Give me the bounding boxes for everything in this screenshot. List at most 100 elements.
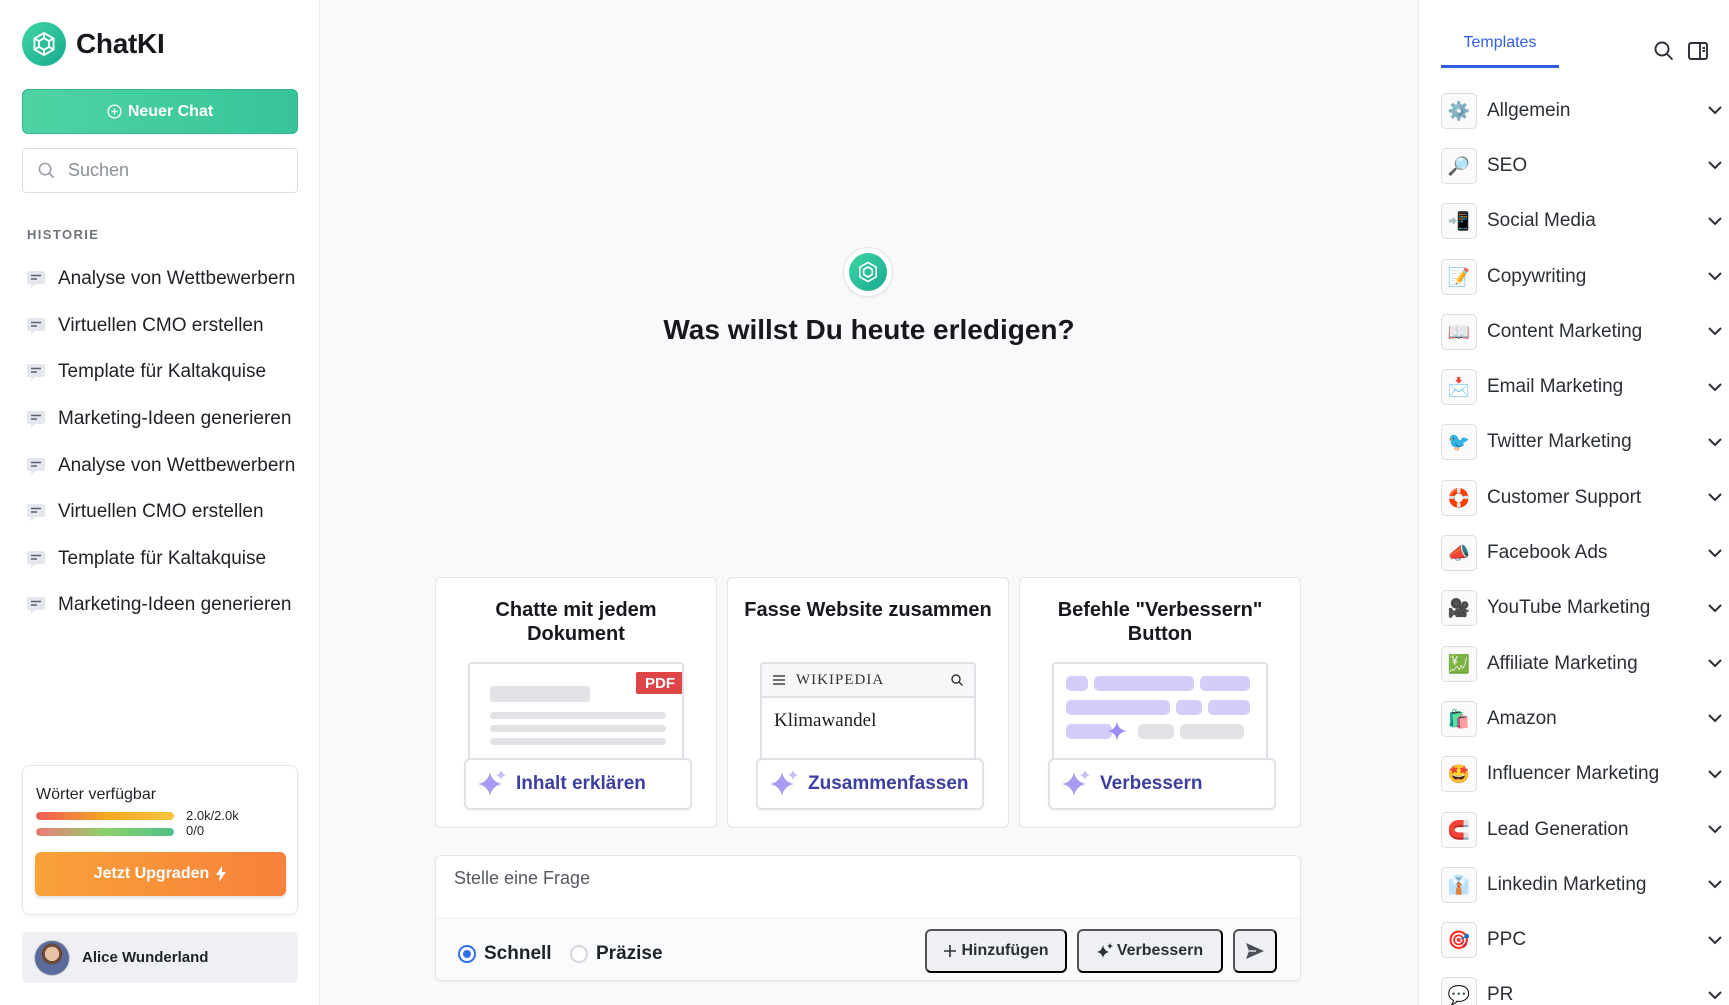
chevron-down-icon <box>1705 935 1725 945</box>
summarize-button[interactable]: Zusammenfassen <box>756 758 984 810</box>
megaphone-icon: 📣 <box>1441 535 1477 572</box>
send-button[interactable] <box>1233 929 1277 973</box>
chevron-down-icon <box>1705 769 1725 779</box>
improve-demo-button[interactable]: Verbessern <box>1048 758 1276 810</box>
template-item[interactable]: 💹 Affiliate Marketing <box>1441 636 1725 691</box>
template-item[interactable]: 📩 Email Marketing <box>1441 359 1725 414</box>
sparkle-icon <box>1096 943 1113 958</box>
avatar <box>34 939 70 976</box>
improve-button[interactable]: Verbessern <box>1077 929 1223 973</box>
template-label: Allgemein <box>1487 99 1571 121</box>
add-label: Hinzufügen <box>961 942 1049 959</box>
template-item[interactable]: 🛟 Customer Support <box>1441 470 1725 525</box>
card-title: Fasse Website zusammen <box>744 599 992 621</box>
user-profile[interactable]: Alice Wunderland <box>22 932 298 983</box>
chevron-down-icon <box>1705 272 1725 281</box>
search-input[interactable] <box>68 160 288 181</box>
action-label: Verbessern <box>1100 773 1203 794</box>
plus-circle-icon <box>107 104 122 119</box>
radio-indicator <box>570 945 588 963</box>
history-item-label: Template für Kaltakquise <box>58 547 267 569</box>
template-list: ⚙️ Allgemein 🔎 SEO 📲 Social Media 📝 Copywrit… <box>1441 83 1725 1005</box>
mode-fast-radio[interactable]: Schnell <box>458 943 552 965</box>
history-item-label: Template für Kaltakquise <box>58 361 267 383</box>
chevron-down-icon <box>1705 327 1725 336</box>
chevron-down-icon <box>1705 493 1725 502</box>
history-item-label: Marketing-Ideen generieren <box>58 408 292 430</box>
brand[interactable]: ChatKI <box>22 22 165 66</box>
history-item[interactable]: Marketing-Ideen generieren <box>26 396 306 443</box>
add-button[interactable]: Hinzufügen <box>925 929 1067 973</box>
feature-card-improve[interactable]: Befehle "Verbessern" Button Verbessern <box>1019 577 1301 828</box>
template-label: Amazon <box>1487 707 1557 729</box>
secondary-quota-fill <box>36 828 174 836</box>
template-label: Linkedin Marketing <box>1487 873 1647 895</box>
search-icon <box>951 674 963 686</box>
star-struck-icon: 🤩 <box>1441 756 1477 793</box>
text-pill <box>1066 676 1088 691</box>
chat-bubble-icon <box>27 457 45 475</box>
text-pill <box>1180 724 1244 739</box>
sidebar-toggle-icon[interactable] <box>1687 40 1709 62</box>
feature-card-document[interactable]: Chatte mit jedem Dokument PDF Inhalt erk… <box>435 577 717 828</box>
template-item[interactable]: 📖 Content Marketing <box>1441 304 1725 359</box>
template-item[interactable]: 💬 PR <box>1441 968 1725 1005</box>
gear-icon: ⚙️ <box>1441 92 1477 129</box>
explain-content-button[interactable]: Inhalt erklären <box>464 758 692 810</box>
chat-bubble-icon <box>27 597 45 615</box>
doc-line-placeholder <box>490 738 666 745</box>
search-box[interactable] <box>22 148 298 193</box>
template-item[interactable]: 📝 Copywriting <box>1441 249 1725 304</box>
template-item[interactable]: 👔 Linkedin Marketing <box>1441 857 1725 912</box>
mode-precise-radio[interactable]: Präzise <box>570 943 663 965</box>
template-item[interactable]: 🎯 PPC <box>1441 912 1725 967</box>
chat-bubble-icon <box>27 550 45 568</box>
sparkle-icon <box>770 770 798 796</box>
chevron-down-icon <box>1705 825 1725 834</box>
action-label: Zusammenfassen <box>808 773 969 794</box>
feature-card-website[interactable]: Fasse Website zusammen WIKIPEDIA Klimawa… <box>727 577 1009 828</box>
chat-bubble-icon <box>27 364 45 382</box>
history-item[interactable]: Template für Kaltakquise <box>26 349 306 396</box>
upgrade-button[interactable]: Jetzt Upgraden <box>35 852 286 896</box>
template-label: YouTube Marketing <box>1487 597 1651 619</box>
business-person-icon: 👔 <box>1441 866 1477 903</box>
history-item[interactable]: Template für Kaltakquise <box>26 536 306 583</box>
history-item-label: Virtuellen CMO erstellen <box>58 314 264 336</box>
document-illustration: PDF <box>468 662 684 772</box>
chatki-logo-icon <box>22 22 66 66</box>
new-chat-button[interactable]: Neuer Chat <box>22 89 298 134</box>
main-area: Was willst Du heute erledigen? Chatte mi… <box>320 0 1418 1005</box>
template-item[interactable]: 🤩 Influencer Marketing <box>1441 747 1725 802</box>
template-item[interactable]: 📣 Facebook Ads <box>1441 525 1725 580</box>
template-label: Customer Support <box>1487 486 1642 508</box>
plus-icon <box>944 945 957 957</box>
card-title: Befehle "Verbessern" Button <box>1057 599 1263 645</box>
history-item[interactable]: Marketing-Ideen generieren <box>26 582 306 629</box>
search-icon[interactable] <box>1653 40 1675 62</box>
tab-templates[interactable]: Templates <box>1441 30 1559 68</box>
new-chat-label: Neuer Chat <box>127 102 214 120</box>
history-item[interactable]: Analyse von Wettbewerbern <box>26 256 306 303</box>
menu-icon <box>773 675 785 685</box>
template-item[interactable]: 📲 Social Media <box>1441 194 1725 249</box>
search-icon <box>38 162 55 179</box>
template-item[interactable]: 🎥 YouTube Marketing <box>1441 581 1725 636</box>
template-item[interactable]: 🔎 SEO <box>1441 138 1725 193</box>
bird-icon: 🐦 <box>1441 424 1477 461</box>
card-title: Chatte mit jedem Dokument <box>495 599 657 645</box>
history-item[interactable]: Virtuellen CMO erstellen <box>26 489 306 536</box>
magnet-icon: 🧲 <box>1441 811 1477 848</box>
template-label: Affiliate Marketing <box>1487 652 1638 674</box>
template-item[interactable]: 🧲 Lead Generation <box>1441 802 1725 857</box>
text-pill <box>1066 700 1170 715</box>
template-item[interactable]: ⚙️ Allgemein <box>1441 83 1725 138</box>
text-pill <box>1176 700 1202 715</box>
lifebuoy-icon: 🛟 <box>1441 479 1477 516</box>
template-item[interactable]: 🐦 Twitter Marketing <box>1441 415 1725 470</box>
question-input[interactable] <box>454 868 1254 889</box>
template-item[interactable]: 🛍️ Amazon <box>1441 691 1725 746</box>
history-item[interactable]: Analyse von Wettbewerbern <box>26 442 306 489</box>
target-icon: 🎯 <box>1441 922 1477 959</box>
history-item[interactable]: Virtuellen CMO erstellen <box>26 303 306 350</box>
